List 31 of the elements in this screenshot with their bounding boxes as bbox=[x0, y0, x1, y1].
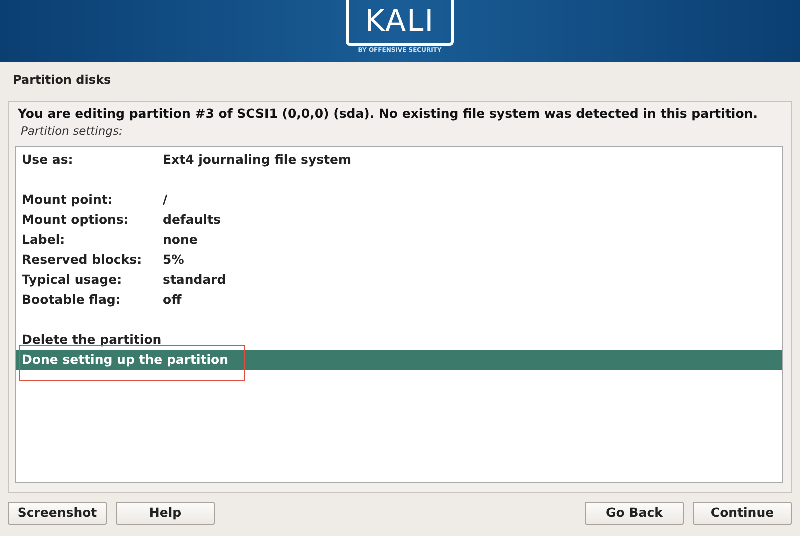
page-title: Partition disks bbox=[13, 72, 112, 89]
setting-row[interactable]: Mount point: / bbox=[16, 190, 782, 210]
setting-value: defaults bbox=[163, 210, 221, 229]
setting-row[interactable]: Use as: Ext4 journaling file system bbox=[16, 150, 782, 170]
dialog-button[interactable]: Help bbox=[116, 502, 215, 525]
setting-row[interactable]: Bootable flag: off bbox=[16, 290, 782, 310]
setting-value: off bbox=[163, 290, 182, 309]
setting-value: standard bbox=[163, 270, 226, 289]
dialog-button[interactable]: Go Back bbox=[585, 502, 684, 525]
dialog-button[interactable]: Continue bbox=[693, 502, 792, 525]
setting-row[interactable]: Typical usage: standard bbox=[16, 270, 782, 290]
setting-label: Typical usage: bbox=[22, 270, 124, 289]
dialog-button[interactable]: Screenshot bbox=[8, 502, 107, 525]
setting-label: Bootable flag: bbox=[22, 290, 122, 309]
setting-label: Mount options: bbox=[22, 210, 130, 229]
setting-value: 5% bbox=[163, 250, 184, 269]
setting-row[interactable]: Label: none bbox=[16, 230, 782, 250]
setting-label: Reserved blocks: bbox=[22, 250, 144, 269]
logo: KALI bbox=[346, 0, 454, 46]
setting-value: Ext4 journaling file system bbox=[163, 150, 352, 169]
setting-label: Label: bbox=[22, 230, 66, 249]
list-item[interactable]: Delete the partition bbox=[16, 330, 782, 350]
setting-label: Use as: bbox=[22, 150, 74, 169]
description-text: You are editing partition #3 of SCSI1 (0,0,0) (sda). No existing file system was detected in this partition. bbox=[18, 105, 758, 123]
setting-row[interactable]: Mount options: defaults bbox=[16, 210, 782, 230]
list-item[interactable]: Done setting up the partition bbox=[16, 350, 782, 370]
setting-row[interactable]: Reserved blocks: 5% bbox=[16, 250, 782, 270]
setting-value: none bbox=[163, 230, 198, 249]
list-caption: Partition settings: bbox=[21, 123, 123, 140]
setting-label: Mount point: bbox=[22, 190, 114, 209]
setting-value: / bbox=[163, 190, 168, 209]
